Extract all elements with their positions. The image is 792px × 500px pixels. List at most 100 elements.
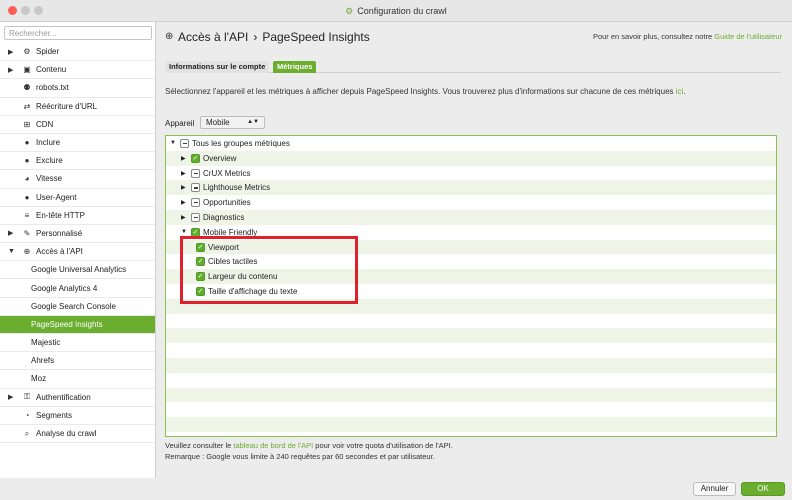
sidebar-item-label: Google Analytics 4 xyxy=(31,283,98,293)
expand-right-icon[interactable]: ▶ xyxy=(181,155,186,162)
sidebar-item-label: Google Universal Analytics xyxy=(31,265,127,275)
checkbox-checked[interactable]: ✓ xyxy=(191,153,200,163)
sidebar-item-label: Inclure xyxy=(36,138,61,148)
sidebar-item-label: Google Search Console xyxy=(31,301,116,311)
sidebar-item[interactable]: ● Exclure xyxy=(0,152,155,171)
device-select[interactable]: Mobile ▲▼ xyxy=(200,116,265,129)
ok-button[interactable]: OK xyxy=(741,482,785,496)
breadcrumb: Accès à l'API › PageSpeed Insights xyxy=(178,30,370,44)
sidebar-item[interactable]: Google Search Console xyxy=(0,298,155,316)
tree-row xyxy=(166,328,776,344)
expand-down-icon[interactable]: ▼ xyxy=(170,140,176,146)
help-text: Pour en savoir plus, consultez notre Gui… xyxy=(593,32,782,41)
tree-row[interactable]: ▼ Tous les groupes métriques xyxy=(166,136,776,151)
sidebar-item-icon: ◔ xyxy=(24,410,30,420)
sidebar-item[interactable]: ◕ Vitesse xyxy=(0,170,155,189)
sidebar-item-label: Exclure xyxy=(36,156,63,166)
sidebar-item-icon: ▣ xyxy=(23,65,31,75)
sidebar-item[interactable]: Google Universal Analytics xyxy=(0,261,155,280)
sidebar-item-label: Authentification xyxy=(36,392,91,402)
expand-down-icon[interactable]: ▼ xyxy=(8,248,15,255)
sidebar-item[interactable]: Google Analytics 4 xyxy=(0,279,155,298)
device-label: Appareil xyxy=(165,119,195,128)
sidebar-nav: ▶ ⚙ Spider ▶ ▣ Contenu ⚉ robots.txt ⇄ Réécriture … xyxy=(0,43,155,444)
tree-item-label: Tous les groupes métriques xyxy=(192,139,290,148)
sidebar-item-label: Accès à l'API xyxy=(36,247,83,257)
tree-row[interactable]: ▶ Diagnostics xyxy=(166,210,776,225)
expand-right-icon[interactable]: ▶ xyxy=(8,48,13,56)
gear-icon: ⚙ xyxy=(345,6,354,16)
sidebar-item[interactable]: ≡ En-tête HTTP xyxy=(0,207,155,225)
limit-note: Remarque : Google vous limite à 240 requ… xyxy=(165,452,435,461)
sidebar-item[interactable]: Moz xyxy=(0,370,155,389)
description-text: Sélectionnez l'appareil et les métriques… xyxy=(165,87,676,96)
sidebar-item-label: Majestic xyxy=(31,338,61,348)
expand-right-icon[interactable]: ▶ xyxy=(181,199,186,206)
sidebar-item-icon: ⚉ xyxy=(23,83,31,93)
expand-right-icon[interactable]: ▶ xyxy=(8,229,13,237)
user-guide-link[interactable]: Guide de l'utilisateur xyxy=(714,32,782,41)
tree-row xyxy=(166,402,776,417)
sidebar-item-icon: ● xyxy=(24,156,30,166)
sidebar-item[interactable]: ● Inclure xyxy=(0,134,155,153)
globe-icon: ⊕ xyxy=(165,31,174,42)
sidebar-item[interactable]: ⚉ robots.txt xyxy=(0,79,155,98)
sidebar-item-icon: ≡ xyxy=(24,210,30,220)
expand-right-icon[interactable]: ▶ xyxy=(8,66,13,74)
checkbox-partial[interactable] xyxy=(191,183,200,193)
sidebar-item-icon: ● xyxy=(24,192,30,202)
expand-right-icon[interactable]: ▶ xyxy=(181,184,186,191)
expand-right-icon[interactable]: ▶ xyxy=(181,214,186,221)
sidebar-item[interactable]: PageSpeed Insights xyxy=(0,315,155,334)
bottom-bar: Annuler OK xyxy=(0,478,792,500)
sidebar-item[interactable]: Ahrefs xyxy=(0,352,155,371)
tab-metrics[interactable]: Métriques xyxy=(273,61,317,73)
checkbox-partial[interactable] xyxy=(180,139,189,148)
sidebar-item[interactable]: ⌕ Analyse du crawl xyxy=(0,425,155,444)
breadcrumb-separator: › xyxy=(253,30,258,44)
sidebar-item[interactable]: ▶ ✎ Personnalisé xyxy=(0,225,155,244)
tree-item-label: Overview xyxy=(203,153,237,163)
sidebar-item-label: User-Agent xyxy=(36,192,77,202)
tree-item-label: Diagnostics xyxy=(203,213,245,222)
sidebar-item-label: Réécriture d'URL xyxy=(36,101,98,111)
sidebar-item[interactable]: ▶ ▣ Contenu xyxy=(0,61,155,80)
expand-right-icon[interactable]: ▶ xyxy=(181,170,186,177)
sidebar-item-label: robots.txt xyxy=(36,83,69,93)
sidebar: ▶ ⚙ Spider ▶ ▣ Contenu ⚉ robots.txt ⇄ Réécriture … xyxy=(0,22,156,478)
tree-row[interactable]: ▶ ✓ Overview xyxy=(166,150,776,166)
sidebar-item-icon: ⌕ xyxy=(24,428,30,438)
sidebar-item[interactable]: ● User-Agent xyxy=(0,189,155,207)
search-input[interactable] xyxy=(4,26,152,40)
tree-row[interactable]: ▶ Lighthouse Metrics xyxy=(166,180,776,196)
sidebar-item[interactable]: ▼ ⊕ Accès à l'API xyxy=(0,243,155,262)
tree-item-label: CrUX Metrics xyxy=(203,168,251,178)
description: Sélectionnez l'appareil et les métriques… xyxy=(165,87,686,96)
checkbox-partial[interactable] xyxy=(191,168,200,178)
quota-note-prefix: Veuillez consulter le xyxy=(165,441,234,450)
tree-row[interactable]: ▶ CrUX Metrics xyxy=(166,166,776,181)
sidebar-item-label: Personnalisé xyxy=(36,228,83,238)
api-dashboard-link[interactable]: tableau de bord de l'API xyxy=(233,441,313,450)
sidebar-item[interactable]: ⇄ Réécriture d'URL xyxy=(0,98,155,116)
sidebar-item[interactable]: ◔ Segments xyxy=(0,407,155,425)
expand-down-icon[interactable]: ▼ xyxy=(181,229,187,235)
sidebar-item[interactable]: ▶ ⚿ Authentification xyxy=(0,389,155,407)
tab-account-info[interactable]: Informations sur le compte xyxy=(165,61,270,73)
sidebar-item-icon: ✎ xyxy=(23,228,31,238)
checkbox-partial[interactable] xyxy=(191,213,200,222)
quota-note-suffix: pour voir votre quota d'utilisation de l… xyxy=(313,441,453,450)
checkbox-partial[interactable] xyxy=(191,198,200,208)
sidebar-item[interactable]: ⊞ CDN xyxy=(0,116,155,134)
tree-row[interactable]: ▶ Opportunities xyxy=(166,195,776,210)
sidebar-item[interactable]: Majestic xyxy=(0,334,155,353)
sidebar-item-icon: ◕ xyxy=(24,174,30,184)
sidebar-item[interactable]: ▶ ⚙ Spider xyxy=(0,43,155,62)
expand-right-icon[interactable]: ▶ xyxy=(8,393,13,401)
tree-item-label: Opportunities xyxy=(203,198,251,208)
cancel-button[interactable]: Annuler xyxy=(693,482,736,496)
sidebar-item-label: PageSpeed Insights xyxy=(31,319,103,329)
sidebar-item-label: Moz xyxy=(31,374,47,384)
tree-row xyxy=(166,387,776,403)
updown-arrow-icon: ▲▼ xyxy=(247,119,259,125)
